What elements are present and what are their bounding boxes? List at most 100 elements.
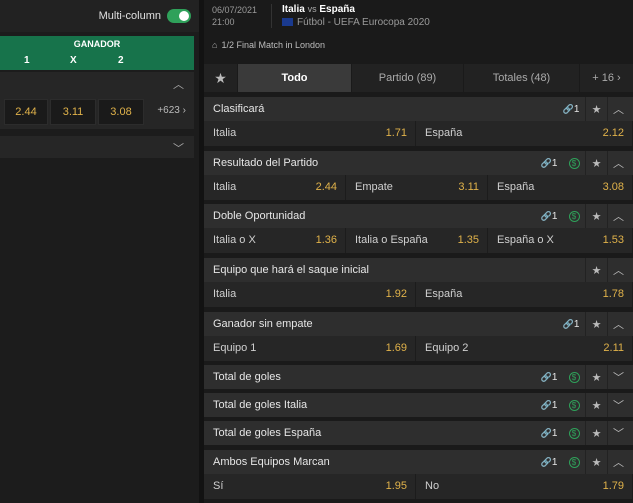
selection-name: Empate	[355, 181, 393, 193]
cashout-icon[interactable]: $	[563, 204, 585, 228]
market-header[interactable]: Ambos Equipos Marcan 🔗 1 $ ★ ︿	[204, 450, 633, 474]
link-glyph: 🔗	[540, 399, 552, 410]
chevron-down-icon[interactable]: ﹀	[607, 393, 629, 417]
more-markets-link[interactable]: +623 ›	[157, 105, 186, 116]
tab-todo[interactable]: Todo	[238, 64, 352, 92]
left-toolbar: Multi-column	[0, 0, 199, 32]
market-header[interactable]: Doble Oportunidad 🔗 1 $ ★ ︿	[204, 204, 633, 228]
star-icon[interactable]: ★	[585, 258, 607, 282]
link-glyph: 🔗	[562, 318, 574, 329]
selection-odds: 1.71	[385, 127, 407, 139]
selection-button[interactable]: España 1.78	[416, 282, 633, 307]
star-icon[interactable]: ★	[585, 312, 607, 336]
odds-button-1[interactable]: 2.44	[4, 99, 48, 125]
link-icon[interactable]: 🔗 1	[557, 97, 585, 121]
link-icon[interactable]: 🔗 1	[535, 393, 563, 417]
market-6: Total de goles Italia 🔗 1 $ ★ ﹀	[204, 393, 633, 417]
away-team: España	[319, 4, 355, 15]
selection-name: Italia	[213, 127, 237, 139]
multicolumn-toggle[interactable]	[167, 9, 191, 23]
selection-button[interactable]: Italia 2.44	[204, 175, 346, 200]
market-tabs: ★ Todo Partido (89) Totales (48) + 16 ›	[204, 64, 633, 92]
chevron-up-icon: ︿	[173, 79, 184, 91]
star-icon[interactable]: ★	[585, 204, 607, 228]
selection-button[interactable]: Italia o X 1.36	[204, 228, 346, 253]
selection-button[interactable]: Italia o España 1.35	[346, 228, 488, 253]
link-count: 1	[573, 318, 580, 330]
selection-odds: 1.92	[385, 288, 407, 300]
selection-button[interactable]: Empate 3.11	[346, 175, 488, 200]
chevron-down-icon: ﹀	[173, 143, 184, 155]
link-icon[interactable]: 🔗 1	[557, 312, 585, 336]
event-datetime: 06/07/2021 21:00	[204, 4, 272, 28]
tab-partido[interactable]: Partido (89)	[352, 64, 464, 92]
market-header[interactable]: Total de goles España 🔗 1 $ ★ ﹀	[204, 421, 633, 445]
left-collapsed-bar[interactable]: ﹀	[0, 136, 194, 158]
market-header[interactable]: Total de goles Italia 🔗 1 $ ★ ﹀	[204, 393, 633, 417]
tab-totales[interactable]: Totales (48)	[464, 64, 580, 92]
selection-button[interactable]: Sí 1.95	[204, 474, 416, 499]
eu-flag-icon	[282, 18, 293, 27]
chevron-right-icon: ›	[182, 105, 186, 116]
selection-button[interactable]: Italia 1.92	[204, 282, 416, 307]
star-icon[interactable]: ★	[585, 421, 607, 445]
event-teams[interactable]: Italia vs España Fútbol - UEFA Eurocopa …	[272, 3, 430, 29]
cashout-icon[interactable]: $	[563, 421, 585, 445]
chevron-up-icon[interactable]: ︿	[607, 204, 629, 228]
market-header[interactable]: Total de goles 🔗 1 $ ★ ﹀	[204, 365, 633, 389]
left-panel: Multi-column GANADOR 1 X 2 ︿ 2.44 3.11 3…	[0, 0, 199, 503]
cashout-icon[interactable]: $	[563, 393, 585, 417]
selection-button[interactable]: España o X 1.53	[488, 228, 633, 253]
chevron-up-icon[interactable]: ︿	[607, 97, 629, 121]
star-icon[interactable]: ★	[585, 151, 607, 175]
odds-button-x[interactable]: 3.11	[50, 99, 96, 125]
selection-button[interactable]: España 2.12	[416, 121, 633, 146]
cashout-icon[interactable]: $	[563, 151, 585, 175]
selection-odds: 1.36	[315, 234, 337, 246]
link-count: 1	[551, 399, 558, 411]
market-header[interactable]: Equipo que hará el saque inicial ★ ︿	[204, 258, 633, 282]
home-team: Italia	[282, 4, 305, 15]
link-count: 1	[551, 157, 558, 169]
chevron-down-icon[interactable]: ﹀	[607, 421, 629, 445]
selection-button[interactable]: Italia 1.71	[204, 121, 416, 146]
link-glyph: 🔗	[540, 157, 552, 168]
chevron-up-icon[interactable]: ︿	[607, 450, 629, 474]
market-header[interactable]: Ganador sin empate 🔗 1 ★ ︿	[204, 312, 633, 336]
link-icon[interactable]: 🔗 1	[535, 450, 563, 474]
selection-button[interactable]: Equipo 1 1.69	[204, 336, 416, 361]
selection-odds: 2.11	[603, 342, 624, 354]
star-icon[interactable]: ★	[585, 393, 607, 417]
chevron-down-icon[interactable]: ﹀	[607, 365, 629, 389]
selection-button[interactable]: No 1.79	[416, 474, 633, 499]
star-icon[interactable]: ★	[585, 450, 607, 474]
market-title: Total de goles España	[213, 427, 322, 439]
chevron-up-icon[interactable]: ︿	[607, 312, 629, 336]
cashout-icon[interactable]: $	[563, 365, 585, 389]
link-icon[interactable]: 🔗 1	[535, 365, 563, 389]
market-title: Equipo que hará el saque inicial	[213, 264, 369, 276]
selection-button[interactable]: España 3.08	[488, 175, 633, 200]
market-2: Doble Oportunidad 🔗 1 $ ★ ︿ Italia o X 1.36 Ital…	[204, 204, 633, 253]
link-icon[interactable]: 🔗 1	[535, 151, 563, 175]
odds-button-2[interactable]: 3.08	[98, 99, 144, 125]
market-header[interactable]: Clasificará 🔗 1 ★ ︿	[204, 97, 633, 121]
selection-name: España	[425, 127, 463, 139]
star-icon[interactable]: ★	[585, 97, 607, 121]
star-icon[interactable]: ★	[585, 365, 607, 389]
market-header[interactable]: Resultado del Partido 🔗 1 $ ★ ︿	[204, 151, 633, 175]
selection-name: España o X	[497, 234, 554, 246]
cashout-icon[interactable]: $	[563, 450, 585, 474]
more-markets-count: +623	[157, 105, 180, 116]
market-title: Total de goles Italia	[213, 399, 308, 411]
tab-more[interactable]: + 16 ›	[580, 64, 633, 92]
link-icon[interactable]: 🔗 1	[535, 421, 563, 445]
selection-button[interactable]: Equipo 2 2.11	[416, 336, 633, 361]
chevron-up-icon[interactable]: ︿	[607, 258, 629, 282]
market-header-icons: 🔗 1 $ ★ ﹀	[535, 365, 629, 389]
chevron-up-icon[interactable]: ︿	[607, 151, 629, 175]
market-selections: Italia 1.71 España 2.12	[204, 121, 633, 146]
link-icon[interactable]: 🔗 1	[535, 204, 563, 228]
left-group-bar[interactable]: ︿	[0, 72, 194, 94]
favorites-tab[interactable]: ★	[204, 64, 238, 92]
